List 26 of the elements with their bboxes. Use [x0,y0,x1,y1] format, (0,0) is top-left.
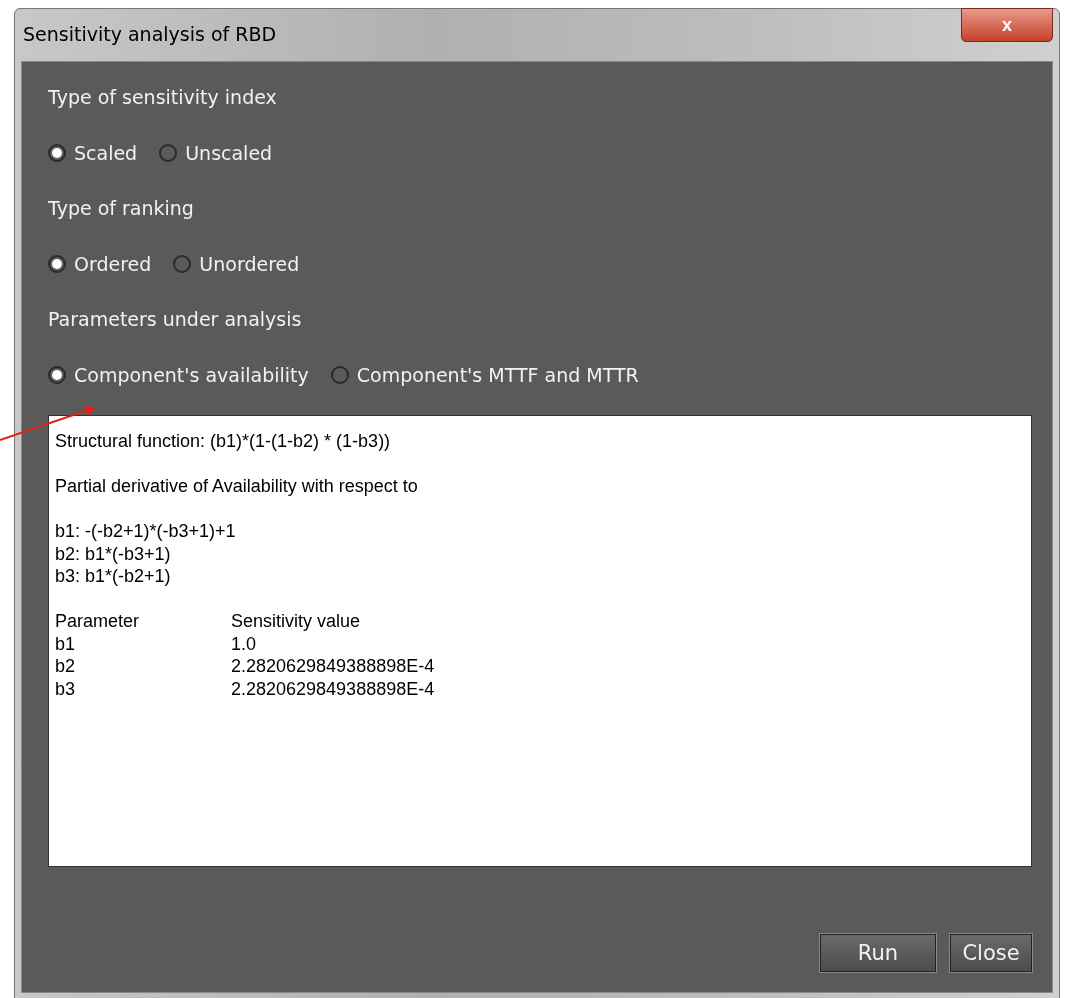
window-close-button[interactable]: x [961,8,1053,42]
output-line: b2: b1*(-b3+1) [55,542,172,565]
section-label: Type of ranking [48,196,195,221]
table-cell-text: b3 [55,677,77,700]
column-header: Parameter [55,610,141,633]
table-cell: 1.0 [231,632,257,655]
output-line: b3: b1*(-b2+1) [55,565,172,588]
table-cell: 2.2820629849388898E-4 [231,677,435,700]
radio-option[interactable]: Unscaled [159,142,273,164]
output-line: b1: -(-b2+1)*(-b3+1)+1 [55,520,237,543]
output-line: Partial derivative of Availability with respect to [55,475,419,498]
radio-option[interactable]: Component's MTTF and MTTR [330,364,639,386]
output-line: Structural function: (b1)*(1-(1-b2) * (1-b3)) [55,430,392,453]
section-label: Type of sensitivity index [48,85,278,110]
table-cell: 2.2820629849388898E-4 [231,655,435,678]
dialog-button[interactable]: Run [820,934,936,972]
radio-option[interactable]: Unordered [173,253,300,275]
column-header: Sensitivity value [231,610,361,633]
table-cell-text: b2 [55,655,77,678]
radio-option[interactable]: Component's availability [48,364,309,386]
section-label: Parameters under analysis [48,307,303,332]
radio-option[interactable]: Ordered [48,253,152,275]
window-title: Sensitivity analysis of RBD [23,23,277,45]
table-cell-text: b1 [55,632,77,655]
radio-option[interactable]: Scaled [48,142,138,164]
dialog-button[interactable]: Close [950,934,1032,972]
